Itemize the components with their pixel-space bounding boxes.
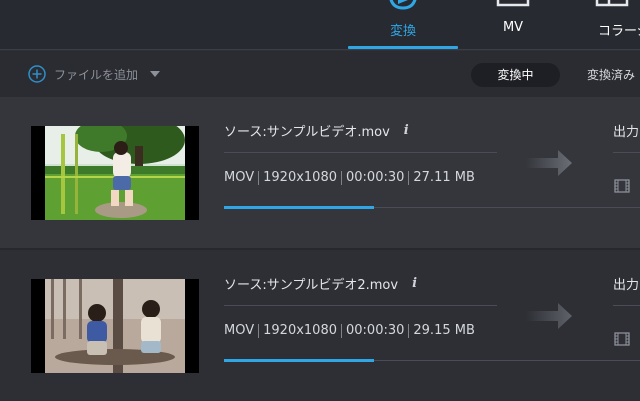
add-file-label: ファイルを追加	[54, 67, 139, 82]
divider	[613, 152, 640, 153]
duration-value: 00:00:30	[346, 170, 405, 185]
thumbnail-image	[31, 279, 199, 373]
source-filename: ソース:サンプルビデオ2.mov i	[224, 274, 417, 293]
film-icon[interactable]	[614, 332, 630, 346]
convert-icon	[389, 0, 417, 10]
file-metadata: MOV 1920x1080 00:00:30 27.11 MB	[224, 170, 475, 185]
collage-icon	[595, 0, 629, 7]
tab-collage[interactable]: コラージ	[580, 0, 640, 50]
file-item: ソース:サンプルビデオ.mov i MOV 1920x1080 00:00:30…	[0, 97, 640, 248]
separator	[341, 323, 342, 338]
tab-convert[interactable]: 変換	[348, 0, 458, 50]
output-label: 出力	[613, 278, 640, 293]
toolbar: ファイルを追加 変換中 変換済み	[0, 51, 640, 97]
tab-mv[interactable]: MV	[470, 0, 556, 50]
chevron-down-icon[interactable]	[150, 71, 161, 77]
thumbnail-image	[31, 126, 199, 220]
progress-bar	[224, 359, 374, 362]
info-icon[interactable]: i	[412, 276, 417, 291]
file-item: ソース:サンプルビデオ2.mov i MOV 1920x1080 00:00:3…	[0, 250, 640, 401]
source-filename: ソース:サンプルビデオ.mov i	[224, 121, 409, 140]
tab-collage-label: コラージ	[598, 24, 640, 39]
tab-convert-label: 変換	[389, 24, 416, 39]
separator	[258, 323, 260, 338]
duration-value: 00:00:30	[346, 323, 405, 338]
top-navigation: 変換 MV コラージ	[0, 0, 640, 50]
separator	[408, 170, 410, 185]
info-icon[interactable]: i	[404, 123, 409, 138]
add-file-button[interactable]: ファイルを追加	[28, 63, 161, 85]
converted-tab[interactable]: 変換済み	[578, 63, 640, 87]
active-tab-indicator	[348, 46, 458, 49]
format-value: MOV	[224, 170, 255, 185]
video-thumbnail[interactable]	[31, 126, 199, 220]
film-icon[interactable]	[614, 179, 630, 193]
mv-icon	[496, 0, 530, 7]
convert-arrow-icon	[526, 303, 572, 329]
format-value: MOV	[224, 323, 255, 338]
divider	[224, 152, 497, 153]
divider	[224, 305, 497, 306]
separator	[408, 323, 410, 338]
convert-arrow-icon	[526, 150, 572, 176]
size-value: 27.11 MB	[413, 170, 475, 185]
resolution-value: 1920x1080	[263, 323, 337, 338]
output-label: 出力	[613, 125, 640, 140]
progress-bar	[224, 206, 374, 209]
file-metadata: MOV 1920x1080 00:00:30 29.15 MB	[224, 323, 475, 338]
divider	[613, 305, 640, 306]
separator	[341, 170, 342, 185]
separator	[258, 170, 260, 185]
source-filename-text: ソース:サンプルビデオ2.mov	[224, 278, 399, 293]
resolution-value: 1920x1080	[263, 170, 337, 185]
size-value: 29.15 MB	[413, 323, 475, 338]
converting-tab[interactable]: 変換中	[471, 63, 560, 87]
add-circle-icon	[28, 65, 46, 83]
video-thumbnail[interactable]	[31, 279, 199, 373]
tab-mv-label: MV	[502, 20, 524, 35]
source-filename-text: ソース:サンプルビデオ.mov	[224, 125, 390, 140]
